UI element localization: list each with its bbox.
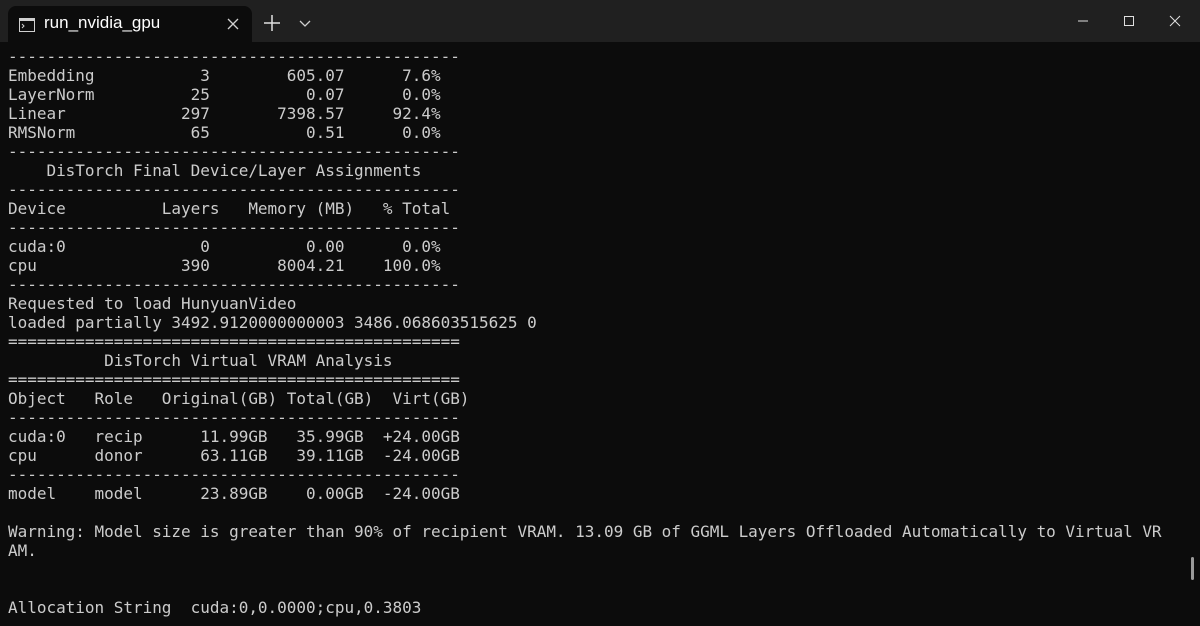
terminal-line: DisTorch Virtual VRAM Analysis xyxy=(8,351,393,370)
terminal-line: ----------------------------------------… xyxy=(8,142,460,161)
scrollbar[interactable] xyxy=(1191,557,1194,580)
terminal-line: ----------------------------------------… xyxy=(8,180,460,199)
terminal-line: RMSNorm 65 0.51 0.0% xyxy=(8,123,441,142)
terminal-line: Warning: Model size is greater than 90% … xyxy=(8,522,1162,541)
terminal-icon xyxy=(19,18,35,37)
terminal-line: DisTorch Final Device/Layer Assignments xyxy=(8,161,422,180)
terminal-line: LayerNorm 25 0.07 0.0% xyxy=(8,85,441,104)
close-icon[interactable] xyxy=(1152,0,1198,42)
terminal-line: cuda:0 0 0.00 0.0% xyxy=(8,237,441,256)
terminal-line: ----------------------------------------… xyxy=(8,465,460,484)
terminal-line: ========================================… xyxy=(8,332,460,351)
plus-icon[interactable] xyxy=(262,13,282,33)
terminal-line: ========================================… xyxy=(8,370,460,389)
terminal-line: cpu 390 8004.21 100.0% xyxy=(8,256,441,275)
terminal-window: run_nvidia_gpu -------------------------… xyxy=(0,0,1200,626)
terminal-line: cpu donor 63.11GB 39.11GB -24.00GB xyxy=(8,446,460,465)
terminal-line: ----------------------------------------… xyxy=(8,275,460,294)
title-bar[interactable]: run_nvidia_gpu xyxy=(0,0,1200,42)
maximize-icon[interactable] xyxy=(1106,0,1152,42)
terminal-line: loaded partially 3492.9120000000003 3486… xyxy=(8,313,537,332)
terminal-line: ----------------------------------------… xyxy=(8,408,460,427)
terminal-line: Requested to load HunyuanVideo xyxy=(8,294,297,313)
terminal-line: Linear 297 7398.57 92.4% xyxy=(8,104,441,123)
close-icon[interactable] xyxy=(224,15,242,33)
terminal-line: cuda:0 recip 11.99GB 35.99GB +24.00GB xyxy=(8,427,460,446)
terminal-output[interactable]: ----------------------------------------… xyxy=(8,47,1184,622)
terminal-line: Embedding 3 605.07 7.6% xyxy=(8,66,441,85)
terminal-line: Device Layers Memory (MB) % Total xyxy=(8,199,451,218)
tab-title: run_nvidia_gpu xyxy=(44,13,161,32)
chevron-down-icon[interactable] xyxy=(298,17,312,29)
terminal-line: ----------------------------------------… xyxy=(8,218,460,237)
minimize-icon[interactable] xyxy=(1060,0,1106,42)
terminal-line: ----------------------------------------… xyxy=(8,47,460,66)
terminal-line: AM. xyxy=(8,541,37,560)
terminal-line: model model 23.89GB 0.00GB -24.00GB xyxy=(8,484,460,503)
terminal-line: Allocation String cuda:0,0.0000;cpu,0.38… xyxy=(8,598,422,617)
terminal-line: Object Role Original(GB) Total(GB) Virt(… xyxy=(8,389,470,408)
tab-run-nvidia-gpu[interactable]: run_nvidia_gpu xyxy=(8,6,252,42)
